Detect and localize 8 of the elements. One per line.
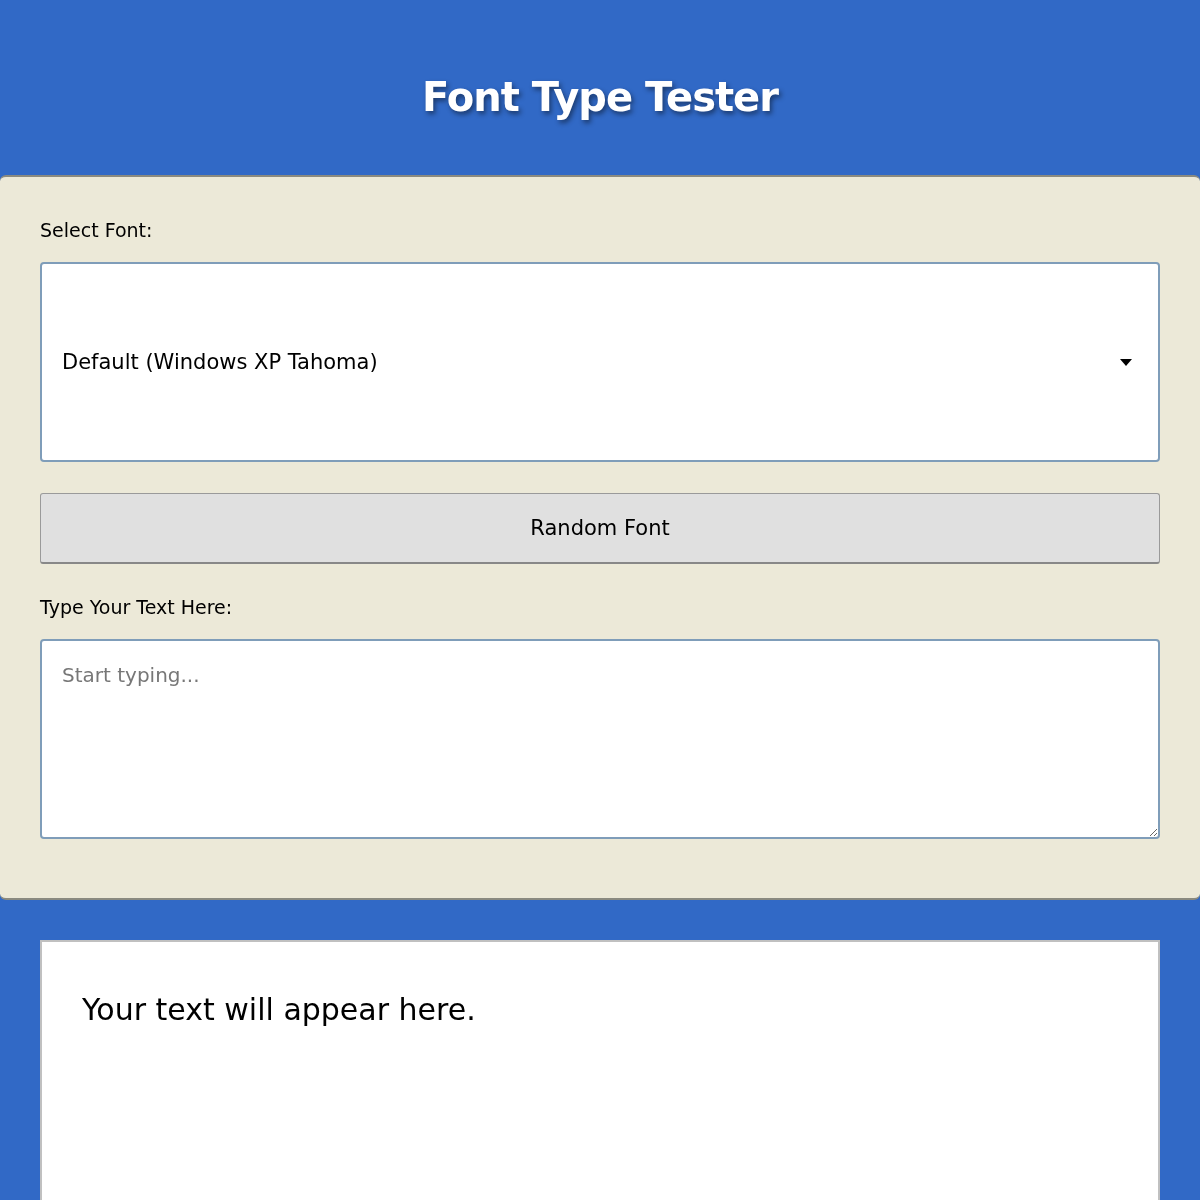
text-input-field[interactable]: Start typing...	[40, 639, 1160, 839]
random-font-button[interactable]: Random Font	[40, 493, 1160, 564]
field-label: Select Font:	[40, 219, 154, 243]
field-label: Type Your Text Here:	[40, 596, 234, 620]
page-title: Font Type Tester	[422, 72, 778, 120]
caret-icon	[1120, 358, 1132, 366]
font-dropdown[interactable]: Default (Windows XP Tahoma)	[40, 262, 1160, 462]
preview-text: Your text will appear here.	[82, 992, 477, 1027]
